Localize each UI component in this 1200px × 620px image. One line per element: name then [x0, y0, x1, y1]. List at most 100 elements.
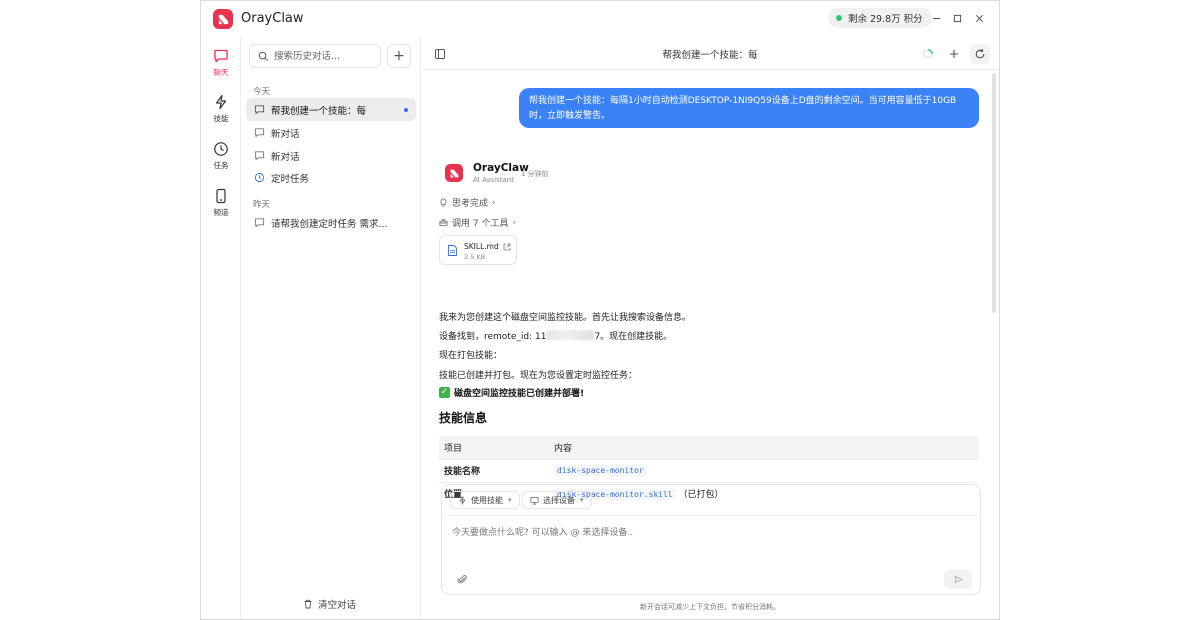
chevron-down-icon: ▾ [580, 496, 584, 504]
user-message: 帮我创建一个技能：每隔1小时自动检测DESKTOP-1NI9Q59设备上D盘的剩… [519, 88, 979, 128]
conversation-title: 请帮我创建定时任务 需求... [271, 218, 388, 230]
device-line-prefix: 设备找到，remote_id: 11 [439, 332, 547, 342]
group-label-yesterday: 昨天 [253, 200, 271, 210]
table-header-cell: 项目 [439, 436, 549, 459]
minimize-button[interactable] [928, 10, 944, 26]
rail-item-chat[interactable]: 聊天 [201, 48, 241, 88]
rail-item-tasks[interactable]: 任务 [201, 141, 241, 181]
code-snippet: disk-space-monitor [554, 464, 647, 476]
conversation-item[interactable]: 新对话 [246, 121, 416, 144]
chat-header: 帮我创建一个技能：每 [421, 37, 999, 70]
refresh-icon [975, 49, 985, 59]
clock-icon [254, 172, 265, 183]
message-paragraph: 技能已创建并打包。现在为您设置定时监控任务： [439, 371, 638, 381]
paperclip-icon[interactable] [457, 574, 468, 585]
conversation-title: 新对话 [271, 128, 300, 140]
conversation-title: 帮我创建一个技能：每 [271, 105, 367, 117]
group-label-today: 今天 [253, 87, 271, 97]
select-device-dropdown[interactable]: 选择设备 ▾ [522, 491, 592, 509]
rail-item-label: 频道 [213, 208, 229, 217]
chevron-down-icon: ▾ [508, 496, 512, 504]
chat-title: 帮我创建一个技能：每 [662, 50, 758, 61]
file-name: SKILL.md [464, 242, 499, 251]
conversation-item[interactable]: 请帮我创建定时任务 需求... [246, 211, 416, 234]
rail-item-label: 任务 [213, 161, 229, 170]
monitor-icon [530, 496, 539, 504]
scrollbar[interactable] [992, 73, 996, 313]
chevron-right-icon: › [492, 197, 496, 208]
conversation-item[interactable]: 定时任务 [246, 166, 416, 189]
maximize-icon [953, 14, 961, 22]
rail-item-label: 聊天 [213, 68, 229, 77]
chat-main: 帮我创建一个技能：每 帮我创建一个技能：每隔1小时自动检测DESKTOP-1NI… [421, 37, 999, 619]
toolbox-icon [439, 219, 448, 227]
clear-conversations-button[interactable]: 清空对话 [303, 597, 356, 611]
success-text: 磁盘空间监控技能已创建并部署! [454, 389, 585, 399]
chat-bubble-icon [254, 128, 265, 138]
maximize-button[interactable] [949, 10, 965, 26]
credits-badge[interactable]: 剩余 29.8万 积分 [828, 8, 932, 28]
message-composer: 使用技能 ▾ 选择设备 ▾ [441, 484, 981, 595]
spinner-icon [923, 49, 933, 59]
file-attachment[interactable]: SKILL.md 2.5 KB [439, 235, 517, 265]
send-icon [953, 575, 963, 584]
clear-label: 清空对话 [318, 600, 357, 611]
conversation-item[interactable]: 新对话 [246, 144, 416, 167]
tools-toggle[interactable]: 调用 7 个工具 › [439, 216, 516, 229]
conversation-title: 新对话 [271, 151, 300, 163]
app-title: OrayClaw [241, 11, 304, 26]
search-box[interactable] [249, 44, 381, 68]
search-input[interactable] [274, 50, 374, 62]
chat-bubble-icon [254, 105, 265, 115]
lightning-icon [215, 94, 227, 110]
plus-icon [950, 50, 958, 58]
credits-prefix: 剩余 [848, 14, 868, 25]
use-skill-dropdown[interactable]: 使用技能 ▾ [450, 491, 520, 509]
phone-icon [216, 188, 226, 204]
new-chat-button[interactable] [944, 44, 964, 64]
table-header-cell: 内容 [549, 436, 979, 459]
close-icon [975, 14, 983, 22]
file-size: 2.5 KB [464, 253, 486, 261]
app-logo-icon [213, 9, 233, 29]
table-cell-key: 技能名称 [439, 458, 549, 482]
chevron-right-icon: › [512, 217, 517, 228]
conversation-sidebar: + 今天 帮我创建一个技能：每 新对话 新对话 定时任务 昨天 请帮我创建定时任… [241, 37, 421, 619]
message-timestamp: 1 分钟前 [521, 170, 549, 178]
app-window: OrayClaw 剩余 29.8万 积分 聊天 技能 任务 频道 搜索历史对话.… [200, 0, 1000, 620]
rail-item-channels[interactable]: 频道 [201, 188, 241, 228]
thinking-toggle[interactable]: 思考完成 › [439, 196, 496, 209]
loading-spinner [918, 44, 938, 64]
minimize-icon [932, 17, 940, 19]
lightning-icon [459, 495, 466, 505]
new-conversation-button[interactable]: + [387, 44, 411, 68]
tools-label: 调用 7 个工具 [452, 219, 509, 229]
chat-bubble-icon [254, 218, 265, 228]
credits-unit: 积分 [903, 14, 923, 25]
trash-icon [304, 599, 312, 609]
chat-icon [214, 49, 228, 63]
send-button[interactable] [944, 570, 972, 589]
external-link-icon[interactable] [503, 243, 511, 251]
document-icon [448, 245, 457, 256]
table-row: 技能名称 disk-space-monitor [439, 458, 979, 482]
search-icon [258, 51, 268, 61]
thinking-label: 思考完成 [452, 199, 489, 209]
device-found-paragraph: 设备找到，remote_id: 11 7。现在创建技能。 [439, 329, 672, 342]
footer-hint: 新开会话可减少上下文负担，节省积分消耗。 [640, 603, 780, 611]
assistant-avatar-icon [445, 164, 463, 182]
redacted-id [546, 330, 595, 340]
credits-amount: 29.8万 [870, 14, 901, 25]
close-button[interactable] [971, 10, 987, 26]
rail-item-skills[interactable]: 技能 [201, 94, 241, 134]
refresh-button[interactable] [970, 44, 990, 64]
composer-divider [442, 515, 980, 516]
nav-rail: 聊天 技能 任务 频道 [201, 37, 241, 619]
message-input[interactable] [452, 525, 970, 565]
assistant-subtitle: AI Assistant [473, 176, 514, 184]
lightbulb-icon [440, 198, 447, 207]
title-bar: OrayClaw 剩余 29.8万 积分 [201, 1, 999, 37]
use-skill-label: 使用技能 [471, 495, 503, 505]
clock-icon [214, 142, 228, 156]
conversation-item[interactable]: 帮我创建一个技能：每 [246, 98, 416, 121]
